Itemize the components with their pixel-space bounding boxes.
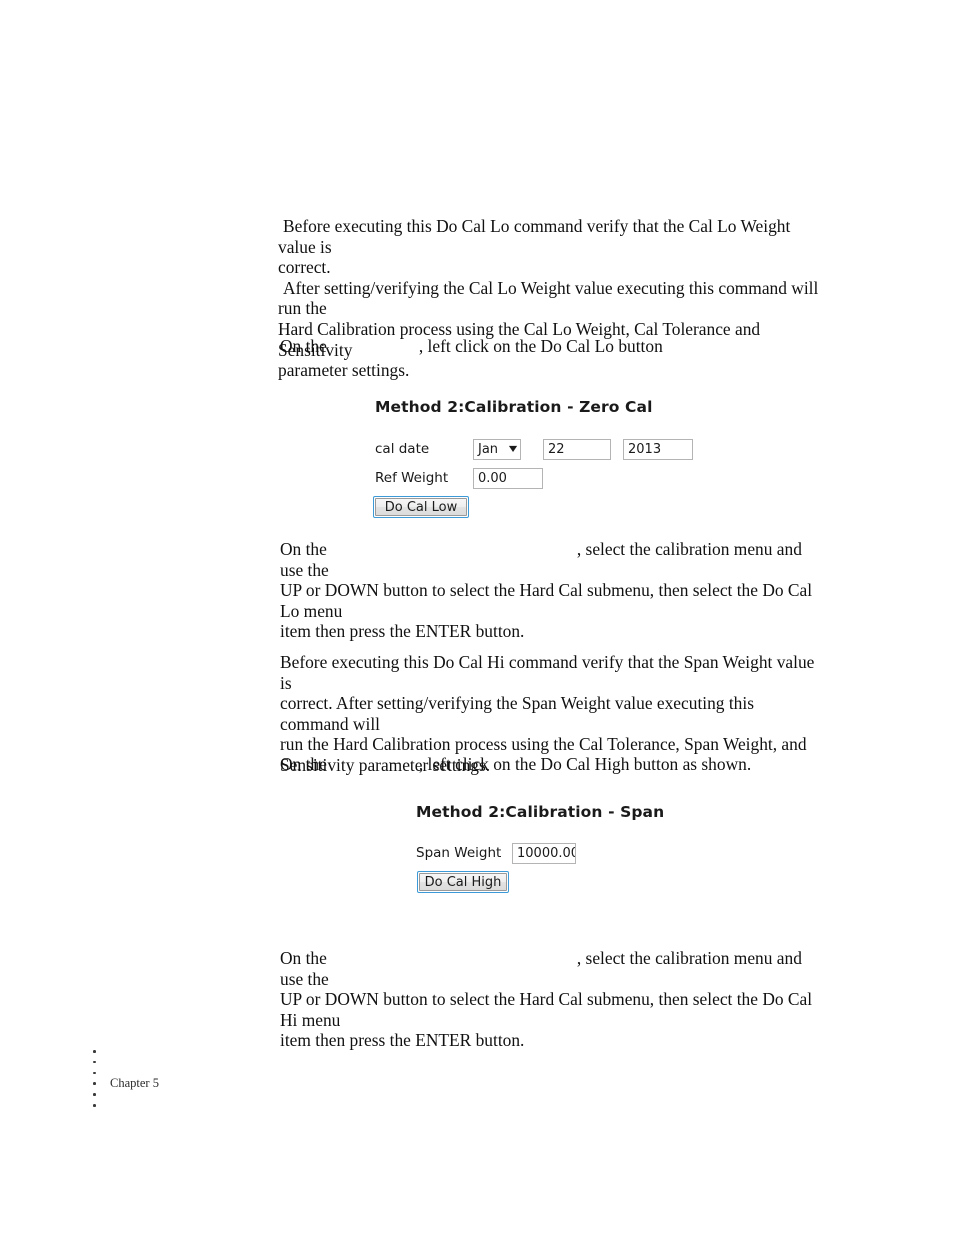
cal-hi-menu-instruction: On the, select the calibration menu and … xyxy=(280,948,825,1051)
footer-chapter-label: Chapter 5 xyxy=(110,1076,159,1090)
do-cal-low-row: Do Cal Low xyxy=(373,494,693,520)
cal-lo-intro-line-5: parameter settings. xyxy=(278,360,410,381)
zero-cal-widget-title: Method 2:Calibration - Zero Cal xyxy=(375,398,653,416)
cal-hi-menu-line-1-suffix: , select the calibration menu and use th… xyxy=(280,948,802,989)
span-weight-row: Span Weight 10000.00 xyxy=(416,840,664,866)
do-cal-low-button[interactable]: Do Cal Low xyxy=(373,496,469,518)
span-weight-input[interactable]: 10000.00 xyxy=(512,842,576,864)
cal-hi-intro-line-3: run the Hard Calibration process using t… xyxy=(280,734,807,755)
cal-date-label: cal date xyxy=(375,441,430,457)
span-cal-form: Span Weight 10000.00 Do Cal High xyxy=(416,840,664,895)
cal-hi-click-instruction: On the , left click on the Do Cal High bu… xyxy=(280,754,825,775)
cal-date-row: cal date Jan ▼ 22 2013 xyxy=(375,436,693,462)
cal-date-day-input[interactable]: 22 xyxy=(543,438,611,460)
cal-lo-click-prefix: On the xyxy=(280,336,327,356)
footer-dot xyxy=(93,1082,96,1085)
cal-hi-intro-line-1: Before executing this Do Cal Hi command … xyxy=(280,652,815,693)
cal-date-month-select[interactable]: Jan ▼ xyxy=(473,438,521,460)
ref-weight-label: Ref Weight xyxy=(375,470,449,486)
span-weight-label: Span Weight xyxy=(416,845,502,861)
cal-date-month-value: Jan xyxy=(478,441,499,457)
cal-lo-menu-prefix: On the xyxy=(280,539,327,559)
page-footer: Chapter 5 xyxy=(88,1050,308,1120)
cal-hi-click-prefix: On the xyxy=(280,754,327,774)
footer-dot-column xyxy=(93,1050,99,1115)
cal-date-year-input[interactable]: 2013 xyxy=(623,438,693,460)
cal-hi-menu-line-2: UP or DOWN button to select the Hard Cal… xyxy=(280,989,813,1030)
do-cal-high-button[interactable]: Do Cal High xyxy=(417,871,509,893)
cal-lo-menu-instruction: On the, select the calibration menu and … xyxy=(280,539,825,642)
chevron-down-icon: ▼ xyxy=(508,444,518,453)
cal-lo-click-instruction: On the , left click on the Do Cal Lo butt… xyxy=(280,336,825,357)
cal-lo-intro-line-3: After setting/verifying the Cal Lo Weigh… xyxy=(278,277,819,319)
do-cal-low-button-label: Do Cal Low xyxy=(375,498,467,516)
span-cal-widget: Method 2:Calibration - Span Span Weight … xyxy=(416,803,664,898)
do-cal-high-row: Do Cal High xyxy=(416,869,664,895)
footer-dot xyxy=(93,1071,96,1075)
footer-dot xyxy=(93,1103,96,1107)
footer-dot xyxy=(93,1093,96,1096)
zero-cal-form: cal date Jan ▼ 22 2013 Ref Weight 0.00 D… xyxy=(373,436,693,520)
cal-hi-intro-line-2: correct. After setting/verifying the Spa… xyxy=(280,693,754,734)
document-page: Before executing this Do Cal Lo command … xyxy=(0,0,954,1235)
cal-lo-menu-line-1-suffix: , select the calibration menu and use th… xyxy=(280,539,802,580)
ref-weight-input[interactable]: 0.00 xyxy=(473,467,543,489)
footer-dot xyxy=(93,1050,96,1053)
do-cal-high-button-label: Do Cal High xyxy=(419,873,507,891)
cal-hi-click-suffix: , left click on the Do Cal High button a… xyxy=(418,754,752,774)
cal-lo-click-suffix: , left click on the Do Cal Lo button xyxy=(418,336,663,356)
ref-weight-row: Ref Weight 0.00 xyxy=(375,465,693,491)
span-cal-widget-title: Method 2:Calibration - Span xyxy=(416,803,665,821)
cal-lo-menu-line-3: item then press the ENTER button. xyxy=(280,621,525,642)
cal-hi-menu-line-3: item then press the ENTER button. xyxy=(280,1030,525,1051)
footer-dot xyxy=(93,1060,96,1064)
cal-lo-intro-line-2: correct. xyxy=(278,257,331,278)
cal-hi-menu-prefix: On the xyxy=(280,948,327,968)
cal-lo-menu-line-2: UP or DOWN button to select the Hard Cal… xyxy=(280,580,813,621)
cal-lo-intro-line-1: Before executing this Do Cal Lo command … xyxy=(278,216,791,257)
zero-cal-widget: Method 2:Calibration - Zero Cal cal date… xyxy=(373,398,693,523)
